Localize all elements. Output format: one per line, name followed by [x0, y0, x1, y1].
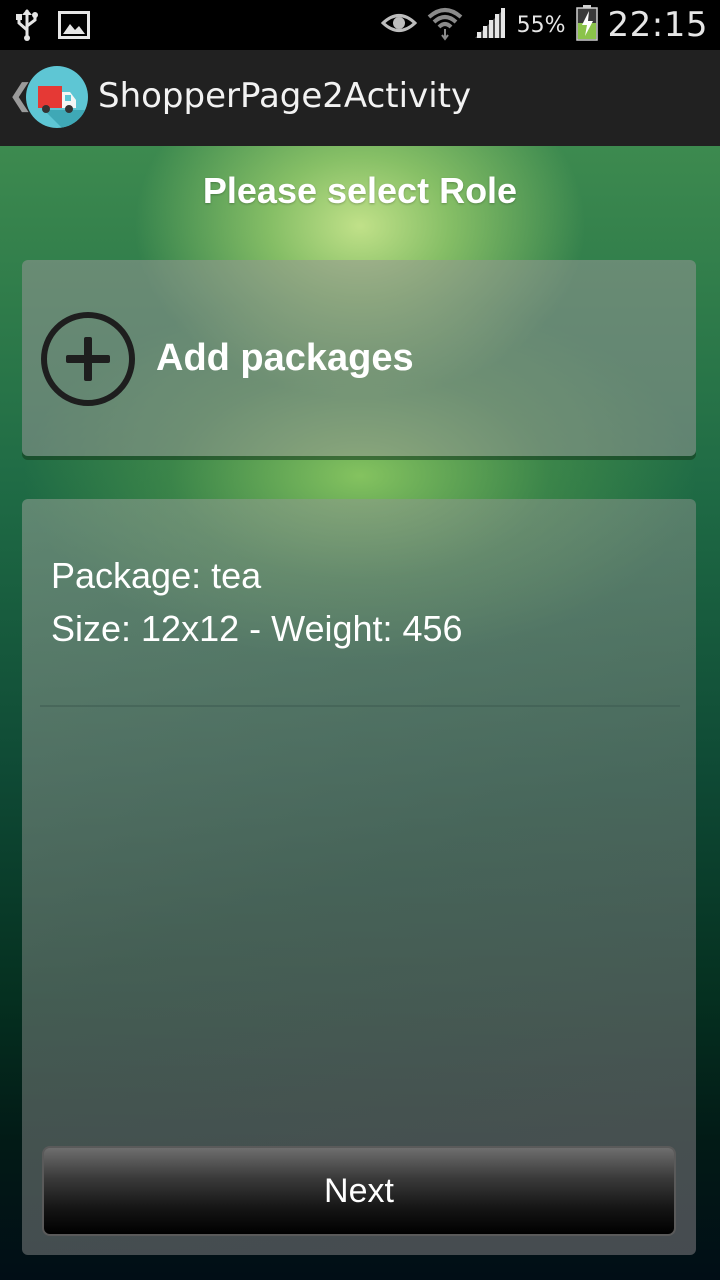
battery-charging-icon: [575, 5, 598, 45]
status-bar: 55% 22:15: [0, 0, 720, 50]
add-packages-label: Add packages: [156, 337, 414, 379]
add-circle-icon: [40, 311, 136, 407]
package-name: Package: tea: [51, 555, 262, 596]
eye-icon: [380, 10, 417, 40]
delivery-truck-icon[interactable]: [26, 66, 88, 128]
package-list: Package: tea Size: 12x12 - Weight: 456 N…: [22, 499, 696, 1255]
signal-icon: [473, 6, 507, 44]
list-divider: [40, 705, 680, 707]
package-details: Size: 12x12 - Weight: 456: [51, 608, 463, 649]
status-right-icons: 55% 22:15: [380, 0, 708, 50]
image-notification-icon: [58, 11, 90, 43]
add-packages-button[interactable]: Add packages: [22, 260, 696, 456]
main-content: Please select Role Add packages Package:…: [0, 146, 720, 1280]
usb-icon: [14, 8, 40, 46]
list-item[interactable]: Package: tea Size: 12x12 - Weight: 456: [40, 549, 680, 709]
clock: 22:15: [607, 5, 708, 45]
status-left-icons: [14, 8, 90, 46]
page-title: ShopperPage2Activity: [98, 76, 472, 116]
role-heading: Please select Role: [202, 170, 518, 211]
wifi-icon: [427, 5, 463, 45]
battery-percent: 55%: [516, 12, 566, 38]
next-button[interactable]: Next: [42, 1146, 676, 1236]
action-bar: ❮ ShopperPage2Activity: [0, 50, 720, 147]
